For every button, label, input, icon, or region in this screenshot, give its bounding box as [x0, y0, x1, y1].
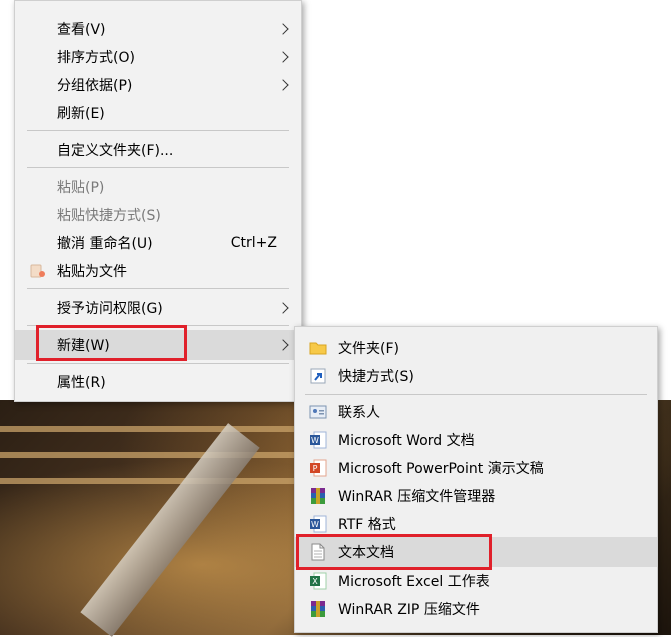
menu-item-label: 撤消 重命名(U) — [57, 236, 153, 252]
chevron-right-icon — [277, 339, 289, 351]
menu-item-group-by[interactable]: 分组依据(P) — [15, 71, 301, 99]
menu-item-label: 刷新(E) — [57, 106, 105, 122]
svg-text:W: W — [311, 436, 319, 445]
menu-item-label: WinRAR ZIP 压缩文件 — [338, 602, 480, 618]
menu-separator — [27, 363, 289, 364]
word-icon: W — [310, 431, 327, 449]
submenu-item-contact[interactable]: 联系人 — [295, 398, 657, 426]
menu-item-label: Microsoft PowerPoint 演示文稿 — [338, 461, 544, 477]
menu-item-view[interactable]: 查看(V) — [15, 15, 301, 43]
contact-icon — [309, 405, 327, 419]
menu-item-label: 联系人 — [338, 405, 380, 421]
winrar-zip-icon — [311, 601, 325, 617]
menu-separator — [27, 130, 289, 131]
submenu-item-word[interactable]: W Microsoft Word 文档 — [295, 426, 657, 454]
menu-separator — [27, 325, 289, 326]
svg-text:W: W — [311, 520, 319, 529]
menu-item-refresh[interactable]: 刷新(E) — [15, 99, 301, 127]
menu-item-paste-as-file[interactable]: 粘贴为文件 — [15, 257, 301, 285]
submenu-item-shortcut[interactable]: 快捷方式(S) — [295, 362, 657, 390]
menu-item-label: 粘贴(P) — [57, 180, 105, 196]
menu-item-label: 属性(R) — [57, 375, 106, 391]
menu-item-label: RTF 格式 — [338, 517, 396, 533]
winrar-icon — [311, 488, 325, 504]
excel-icon: X — [310, 572, 327, 590]
submenu-item-powerpoint[interactable]: P Microsoft PowerPoint 演示文稿 — [295, 454, 657, 482]
menu-item-label: 排序方式(O) — [57, 50, 135, 66]
menu-item-undo-rename[interactable]: 撤消 重命名(U) Ctrl+Z — [15, 229, 301, 257]
paste-file-icon — [30, 264, 45, 278]
chevron-right-icon — [277, 51, 289, 63]
menu-item-label: 粘贴为文件 — [57, 264, 127, 280]
menu-item-new[interactable]: 新建(W) — [15, 330, 301, 360]
folder-icon — [309, 342, 327, 355]
submenu-item-folder[interactable]: 文件夹(F) — [295, 334, 657, 362]
shortcut-text: Ctrl+Z — [230, 235, 277, 251]
svg-text:P: P — [313, 464, 318, 473]
svg-text:X: X — [312, 577, 318, 586]
submenu-item-text-document[interactable]: 文本文档 — [295, 537, 657, 567]
menu-item-label: 文本文档 — [338, 545, 394, 561]
rtf-icon: W — [310, 515, 327, 533]
menu-item-label: Microsoft Excel 工作表 — [338, 574, 490, 590]
text-document-icon — [311, 543, 325, 561]
menu-item-label: 自定义文件夹(F)... — [57, 143, 174, 159]
menu-item-label: 粘贴快捷方式(S) — [57, 208, 161, 224]
menu-item-label: 新建(W) — [57, 338, 110, 354]
menu-item-label: 分组依据(P) — [57, 78, 133, 94]
shortcut-icon — [310, 368, 326, 384]
menu-item-label: WinRAR 压缩文件管理器 — [338, 489, 496, 505]
menu-item-label: 快捷方式(S) — [338, 369, 414, 385]
wallpaper-detail — [0, 478, 300, 484]
powerpoint-icon: P — [310, 459, 327, 477]
menu-item-sort-by[interactable]: 排序方式(O) — [15, 43, 301, 71]
menu-item-give-access[interactable]: 授予访问权限(G) — [15, 294, 301, 322]
menu-separator — [27, 288, 289, 289]
chevron-right-icon — [277, 79, 289, 91]
submenu-item-winrar[interactable]: WinRAR 压缩文件管理器 — [295, 482, 657, 510]
menu-item-properties[interactable]: 属性(R) — [15, 368, 301, 396]
submenu-item-excel[interactable]: X Microsoft Excel 工作表 — [295, 567, 657, 595]
chevron-right-icon — [277, 302, 289, 314]
wallpaper-detail — [0, 426, 300, 432]
menu-separator — [305, 394, 647, 395]
submenu-item-winrar-zip[interactable]: WinRAR ZIP 压缩文件 — [295, 595, 657, 623]
menu-item-customize-folder[interactable]: 自定义文件夹(F)... — [15, 136, 301, 164]
desktop-context-menu: 查看(V) 排序方式(O) 分组依据(P) 刷新(E) 自定义文件夹(F)...… — [14, 0, 302, 402]
menu-separator — [27, 167, 289, 168]
menu-item-paste: 粘贴(P) — [15, 173, 301, 201]
new-submenu: 文件夹(F) 快捷方式(S) 联系人 W Microsoft Word 文档 P — [294, 326, 658, 633]
menu-item-label: Microsoft Word 文档 — [338, 433, 475, 449]
menu-item-label: 查看(V) — [57, 22, 106, 38]
chevron-right-icon — [277, 23, 289, 35]
menu-item-label: 文件夹(F) — [338, 341, 399, 357]
menu-item-paste-shortcut: 粘贴快捷方式(S) — [15, 201, 301, 229]
menu-item-label: 授予访问权限(G) — [57, 301, 163, 317]
submenu-item-rtf[interactable]: W RTF 格式 — [295, 510, 657, 538]
